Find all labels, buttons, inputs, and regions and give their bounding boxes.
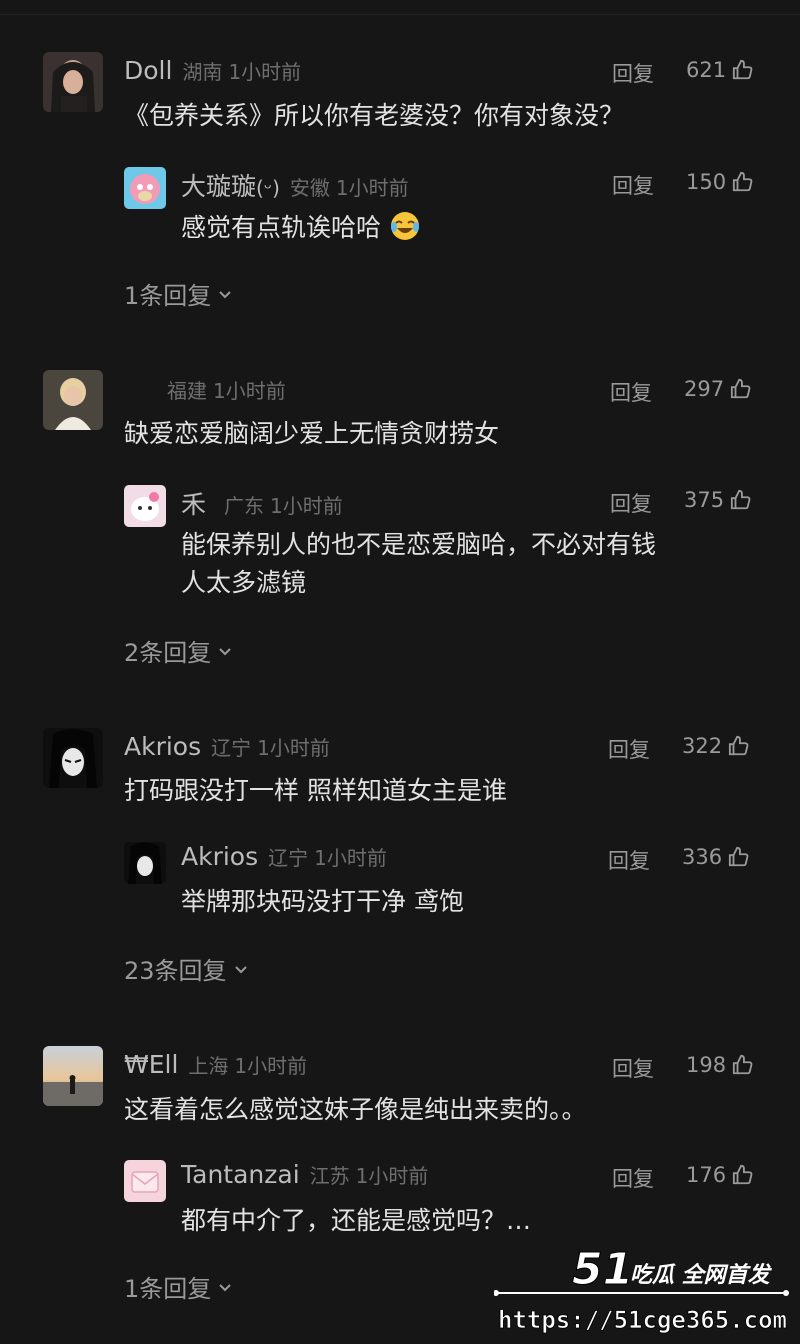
reply-button[interactable]: 回复	[610, 488, 652, 518]
timestamp: 1小时前	[355, 1164, 429, 1188]
chevron-down-icon	[219, 647, 231, 655]
like-count: 198	[686, 1053, 727, 1077]
like-count: 336	[682, 845, 723, 869]
laughing-tears-emoji-icon	[390, 212, 419, 240]
like-button[interactable]: 621	[686, 58, 754, 82]
location: 福建	[167, 379, 207, 403]
expand-replies-label: 23条回复	[124, 957, 227, 985]
reply-text: 举牌那块码没打干净 鸢饱	[181, 887, 464, 916]
location: 辽宁	[268, 846, 309, 870]
expand-replies-button[interactable]: 23条回复	[124, 951, 249, 986]
reply-button[interactable]: 回复	[610, 377, 652, 407]
reply-text-line2: 人太多滤镜	[181, 568, 307, 597]
like-count: 176	[686, 1163, 727, 1187]
expand-replies-label: 1条回复	[124, 1275, 212, 1303]
moon-decoration-icon: (ᵕ)	[256, 176, 280, 200]
chevron-down-icon	[219, 1283, 231, 1291]
comment-text: 缺爱恋爱脑阔少爱上无情贪财捞女	[124, 419, 500, 448]
timestamp: 1小时前	[228, 60, 302, 84]
avatar[interactable]	[43, 1046, 103, 1106]
like-count: 621	[686, 58, 727, 82]
location: 安徽	[289, 176, 330, 200]
timestamp: 1小时前	[257, 736, 330, 760]
location: 广东	[224, 494, 265, 518]
comment-text: 《包养关系》所以你有老婆没？你有对象没？	[124, 101, 625, 130]
reply-button[interactable]: 回复	[612, 1053, 654, 1083]
location: 上海	[188, 1054, 229, 1078]
user-name[interactable]: Doll	[124, 56, 172, 85]
thumbs-up-icon	[731, 378, 751, 399]
comment-text: 这看着怎么感觉这妹子像是纯出来卖的。。	[124, 1095, 587, 1124]
thumbs-up-icon	[733, 1054, 753, 1075]
avatar[interactable]	[43, 370, 103, 430]
expand-replies-button[interactable]: 2条回复	[124, 633, 233, 668]
reply-text: 感觉有点轨诶哈哈	[181, 213, 382, 242]
top-divider	[0, 14, 800, 15]
like-button[interactable]: 176	[686, 1163, 754, 1187]
avatar[interactable]	[43, 52, 103, 112]
like-button[interactable]: 336	[682, 845, 750, 869]
reply-button[interactable]: 回复	[612, 170, 654, 200]
timestamp: 1小时前	[234, 1054, 308, 1078]
chevron-down-icon	[219, 290, 231, 298]
like-button[interactable]: 150	[686, 170, 754, 194]
location: 江苏	[309, 1164, 350, 1188]
like-count: 322	[682, 734, 723, 758]
thumbs-up-icon	[733, 1164, 753, 1185]
expand-replies-label: 2条回复	[124, 639, 212, 667]
chevron-down-icon	[234, 965, 247, 973]
thumbs-up-icon	[733, 59, 753, 80]
svg-text:吃瓜 全网首发: 吃瓜 全网首发	[630, 1262, 773, 1288]
user-name[interactable]: Tantanzai	[181, 1160, 300, 1189]
thumbs-up-icon	[729, 735, 749, 756]
avatar[interactable]	[124, 842, 166, 884]
user-name[interactable]: 禾	[181, 490, 206, 519]
like-button[interactable]: 198	[686, 1053, 754, 1077]
watermark-logo: 51 吃瓜 全网首发 https://51cge365.com	[493, 1242, 794, 1338]
user-name[interactable]: Akrios	[181, 842, 258, 871]
svg-text:51: 51	[572, 1244, 633, 1295]
like-count: 297	[684, 377, 725, 401]
thumbs-up-icon	[733, 171, 753, 192]
avatar[interactable]	[43, 728, 103, 788]
reply-text-wrap: 感觉有点轨诶哈哈	[181, 210, 421, 245]
avatar[interactable]	[124, 167, 166, 209]
reply-button[interactable]: 回复	[612, 58, 654, 88]
reply-text: 能保养别人的也不是恋爱脑哈，不必对有钱	[181, 530, 657, 559]
timestamp: 1小时前	[213, 379, 286, 403]
reply-text: 都有中介了，还能是感觉吗？…	[181, 1206, 532, 1235]
timestamp: 1小时前	[335, 176, 409, 200]
avatar[interactable]	[124, 485, 166, 527]
location: 湖南	[182, 60, 223, 84]
reply-button[interactable]: 回复	[608, 845, 650, 875]
like-count: 150	[686, 170, 727, 194]
location: 辽宁	[211, 736, 252, 760]
timestamp: 1小时前	[314, 846, 387, 870]
thumbs-up-icon	[731, 489, 751, 510]
like-button[interactable]: 375	[684, 488, 752, 512]
svg-text:https://51cge365.com: https://51cge365.com	[498, 1306, 787, 1334]
like-button[interactable]: 297	[684, 377, 752, 401]
user-name[interactable]: Akrios	[124, 732, 201, 761]
comment-text: 打码跟没打一样 照样知道女主是谁	[124, 776, 507, 805]
timestamp: 1小时前	[270, 494, 343, 518]
like-count: 375	[684, 488, 725, 512]
expand-replies-button[interactable]: 1条回复	[124, 276, 233, 311]
reply-button[interactable]: 回复	[612, 1163, 654, 1193]
expand-replies-label: 1条回复	[124, 282, 212, 310]
avatar[interactable]	[124, 1160, 166, 1202]
user-name[interactable]: ₩Ell	[124, 1050, 178, 1079]
like-button[interactable]: 322	[682, 734, 750, 758]
thumbs-up-icon	[729, 846, 749, 867]
reply-button[interactable]: 回复	[608, 734, 650, 764]
expand-replies-button[interactable]: 1条回复	[124, 1269, 233, 1304]
user-name[interactable]: 大璇璇	[181, 172, 256, 201]
